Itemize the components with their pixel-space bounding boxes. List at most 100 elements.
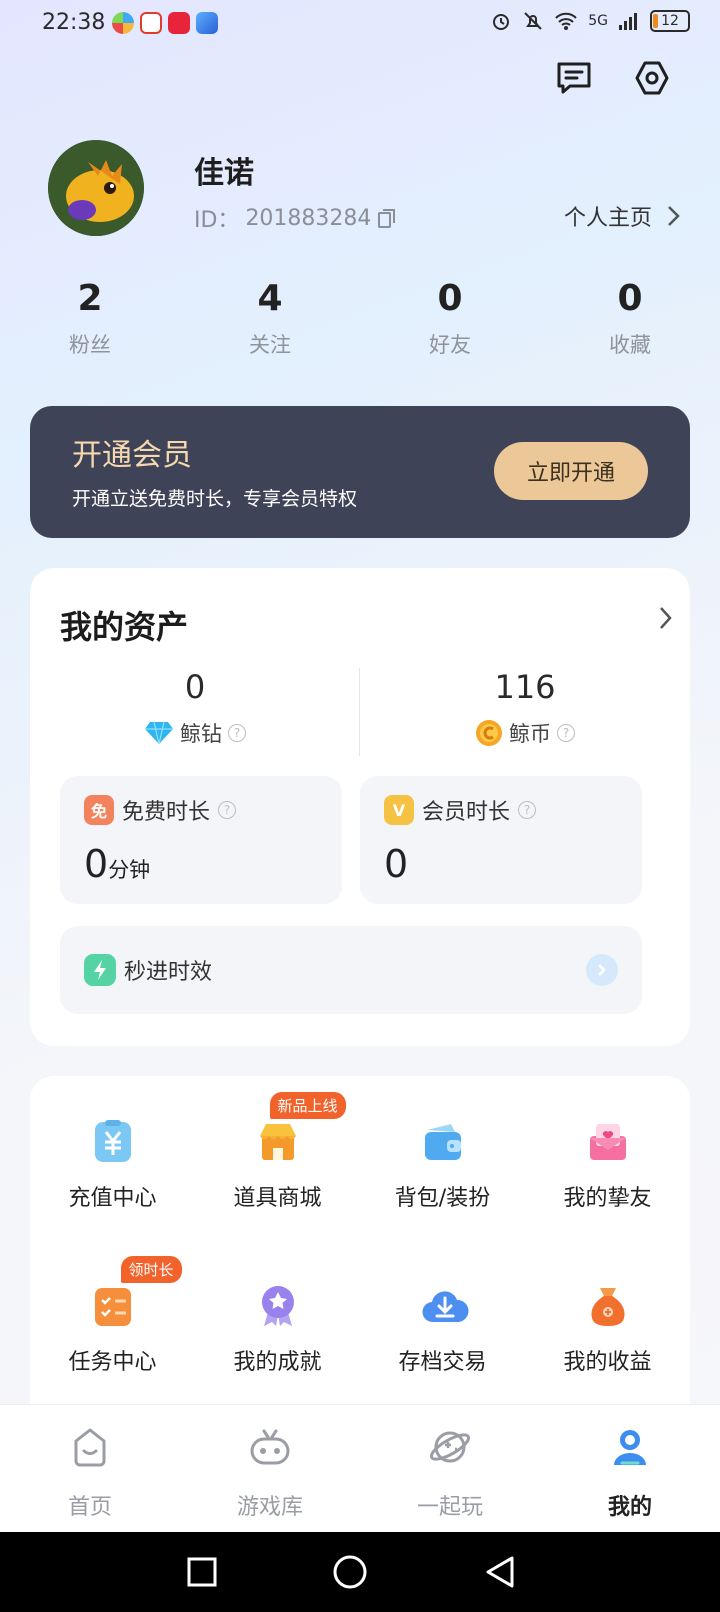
settings-button[interactable] — [630, 56, 674, 100]
service-label: 我的成就 — [233, 1350, 322, 1375]
chevron-right-icon — [660, 607, 672, 629]
home-nav-button[interactable] — [330, 1552, 370, 1592]
tab-label: 一起玩 — [416, 1495, 483, 1520]
vip-banner[interactable]: 开通会员 开通立送免费时长，专享会员特权 立即开通 — [30, 406, 690, 538]
lightning-icon — [84, 954, 116, 986]
free-time-value: 0 — [84, 842, 109, 886]
tab-mine[interactable]: 我的 — [540, 1405, 720, 1532]
status-bar: 22:38 5G 12 — [0, 0, 720, 46]
help-icon[interactable]: ? — [557, 724, 575, 742]
coin-icon — [476, 720, 502, 746]
avatar[interactable] — [48, 140, 144, 236]
asset-coin[interactable]: 116 鲸币 ? — [360, 668, 690, 748]
tab-game-library[interactable]: 游戏库 — [180, 1405, 360, 1532]
stat-label: 关注 — [249, 333, 291, 357]
service-earnings[interactable]: 我的收益 — [525, 1284, 690, 1376]
stat-friends[interactable]: 0 好友 — [360, 278, 540, 359]
service-achievements[interactable]: 我的成就 — [195, 1284, 360, 1376]
square-icon — [187, 1557, 217, 1587]
free-time-head: 免 免费时长 ? — [84, 794, 237, 826]
stat-favorites[interactable]: 0 收藏 — [540, 278, 720, 359]
free-time-value-row: 0分钟 — [84, 842, 150, 886]
stat-label: 粉丝 — [69, 333, 111, 357]
tab-home[interactable]: 首页 — [0, 1405, 180, 1532]
service-backpack[interactable]: 背包/装扮 — [360, 1120, 525, 1212]
message-button[interactable] — [552, 56, 596, 100]
service-label: 充值中心 — [68, 1186, 157, 1211]
homepage-link[interactable]: 个人主页 — [564, 200, 680, 232]
system-nav-bar — [0, 1532, 720, 1612]
circle-icon — [333, 1555, 367, 1589]
alarm-icon — [493, 14, 510, 30]
speed-entry[interactable]: 秒进时效 — [60, 926, 642, 1014]
help-icon[interactable]: ? — [228, 724, 246, 742]
help-icon[interactable]: ? — [518, 801, 537, 819]
chevron-right-icon — [668, 206, 680, 226]
coin-value: 116 — [494, 668, 556, 706]
service-friends[interactable]: 我的挚友 — [525, 1120, 690, 1212]
friend-mail-icon — [589, 1124, 626, 1160]
diamond-value: 0 — [184, 668, 206, 706]
copy-icon[interactable] — [377, 207, 397, 229]
asset-diamond[interactable]: 0 鲸钻 ? — [30, 668, 360, 748]
stat-value: 4 — [257, 278, 283, 319]
service-shop[interactable]: 新品上线 道具商城 — [195, 1092, 360, 1212]
assets-card: 我的资产 0 鲸钻 ? 116 鲸币 ? 免 免费时长 ? 0分钟 V 会员时长… — [30, 568, 690, 1046]
user-id-value: 201883284 — [245, 205, 372, 231]
planet-icon — [429, 1431, 471, 1463]
new-product-tag: 新品上线 — [269, 1092, 346, 1119]
cloud-download-icon — [421, 1291, 469, 1323]
stat-following[interactable]: 4 关注 — [180, 278, 360, 359]
vip-badge-icon: V — [384, 795, 414, 825]
service-recharge[interactable]: 充值中心 — [30, 1120, 195, 1212]
user-profile-icon — [614, 1430, 646, 1465]
task-icon — [94, 1288, 131, 1326]
claim-time-tag: 领时长 — [120, 1256, 182, 1283]
stat-label: 收藏 — [609, 333, 651, 357]
mute-bell-icon — [524, 12, 542, 30]
speed-arrow-button[interactable] — [586, 954, 618, 986]
coin-label: 鲸币 — [509, 722, 551, 746]
back-button[interactable] — [480, 1552, 520, 1592]
battery-level: 12 — [661, 13, 679, 29]
back-triangle-icon — [486, 1556, 514, 1588]
vip-time-box[interactable]: V 会员时长 ? 0 — [360, 776, 642, 904]
diamond-label: 鲸钻 — [180, 722, 222, 746]
stat-value: 0 — [617, 278, 643, 319]
stat-label: 好友 — [429, 333, 471, 357]
battery-indicator: 12 — [650, 10, 690, 32]
speed-label-row: 秒进时效 — [84, 954, 212, 986]
user-id: ID： 201883284 — [194, 202, 397, 234]
tab-play-together[interactable]: 一起玩 — [360, 1405, 540, 1532]
bottom-tab-bar: 首页 游戏库 一起玩 我的 — [0, 1404, 720, 1532]
free-time-box[interactable]: 免 免费时长 ? 0分钟 — [60, 776, 342, 904]
signal-icon — [619, 13, 637, 30]
vip-time-head: V 会员时长 ? — [384, 794, 537, 826]
recent-apps-button[interactable] — [182, 1552, 222, 1592]
stat-fans[interactable]: 2 粉丝 — [0, 278, 180, 359]
assets-title: 我的资产 — [60, 608, 189, 646]
service-label: 存档交易 — [398, 1350, 487, 1375]
help-icon[interactable]: ? — [218, 801, 237, 819]
wallet-icon — [424, 1124, 461, 1160]
vip-time-label: 会员时长 — [422, 800, 511, 825]
money-bag-icon — [591, 1288, 624, 1326]
speed-label: 秒进时效 — [124, 960, 213, 985]
assets-more-button[interactable] — [658, 606, 672, 634]
network-type: 5G — [588, 13, 608, 29]
service-tasks[interactable]: 领时长 任务中心 — [30, 1256, 195, 1376]
vip-open-button[interactable]: 立即开通 — [494, 442, 648, 500]
tab-label: 游戏库 — [236, 1495, 303, 1520]
diamond-label-row: 鲸钻 ? — [30, 718, 360, 748]
app-notification-icon — [112, 12, 134, 34]
status-time: 22:38 — [42, 10, 106, 35]
service-label: 任务中心 — [68, 1350, 157, 1375]
tab-label: 首页 — [67, 1495, 112, 1520]
vip-title: 开通会员 — [72, 438, 192, 473]
vip-subtitle: 开通立送免费时长，专享会员特权 — [72, 488, 358, 510]
browser-app-icon — [196, 12, 218, 34]
free-time-unit: 分钟 — [108, 858, 151, 882]
service-save-trade[interactable]: 存档交易 — [360, 1284, 525, 1376]
free-time-label: 免费时长 — [122, 800, 211, 825]
diamond-icon — [145, 721, 173, 745]
